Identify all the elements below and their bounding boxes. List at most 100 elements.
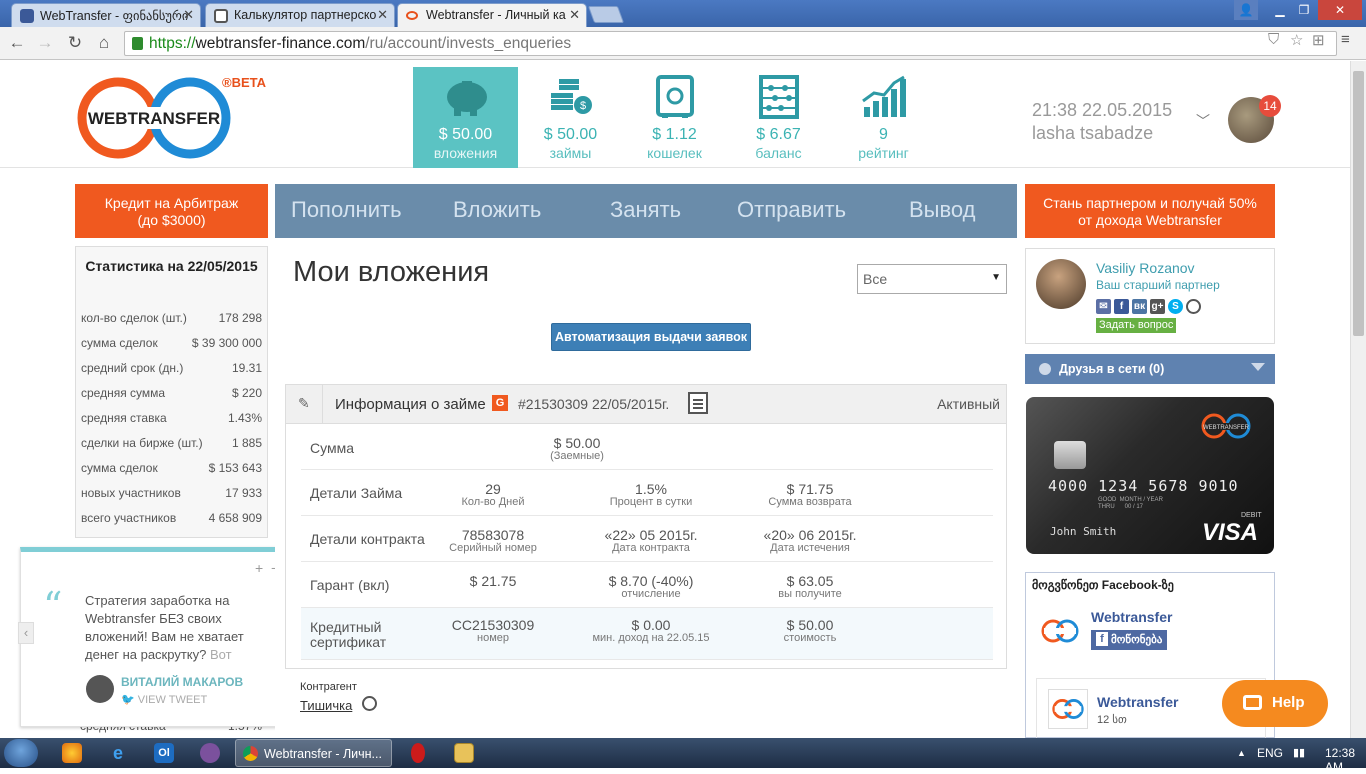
- facebook-page-name[interactable]: Webtransfer: [1091, 609, 1172, 625]
- notification-badge[interactable]: 14: [1259, 95, 1281, 117]
- view-tweet-link[interactable]: 🐦 VIEW TWEET: [121, 693, 207, 706]
- google-plus-icon[interactable]: g+: [1150, 299, 1165, 314]
- weather-icon[interactable]: [62, 743, 82, 763]
- button-line: от дохода Webtransfer: [1078, 212, 1222, 228]
- cell-value: 78583078: [461, 527, 525, 543]
- document-icon[interactable]: [688, 392, 708, 414]
- language-indicator[interactable]: ENG: [1257, 746, 1283, 760]
- page-scrollbar[interactable]: [1350, 61, 1366, 738]
- stat-rating[interactable]: 9 рейтинг: [831, 67, 936, 168]
- senior-partner-card: Vasiliy Rozanov Ваш старший партнер ✉ f …: [1025, 248, 1275, 344]
- edit-pencil-icon[interactable]: ✎: [298, 395, 310, 412]
- viber-icon[interactable]: [200, 743, 220, 763]
- network-icon[interactable]: ▮▮: [1293, 746, 1305, 759]
- browser-tab[interactable]: WebTransfer - ფინანსური ✕: [11, 3, 201, 27]
- abacus-icon: [755, 75, 803, 119]
- visa-card-banner[interactable]: WEBTRANSFER 4000 1234 5678 9010 GOOD MON…: [1026, 397, 1274, 554]
- counterparty-label: Контрагент: [300, 681, 357, 693]
- menu-item-withdraw[interactable]: Вывод: [909, 197, 976, 223]
- row-label-line: Кредитный: [310, 619, 382, 635]
- webtransfer-logo[interactable]: WEBTRANSFER: [74, 77, 234, 159]
- webtransfer-favicon-icon: [406, 11, 418, 20]
- forward-icon[interactable]: →: [34, 33, 56, 53]
- stat-loans[interactable]: $ $ 50.00 займы: [518, 67, 623, 168]
- vk-icon[interactable]: вк: [1132, 299, 1147, 314]
- tweet-widget: + − “ Стратегия заработка на Webtransfer…: [20, 547, 290, 727]
- tweet-prev-button[interactable]: ‹: [18, 622, 34, 644]
- chevron-down-icon[interactable]: ﹀: [1196, 111, 1210, 131]
- close-tab-icon[interactable]: ✕: [569, 7, 580, 23]
- tweet-author[interactable]: ВИТАЛИЙ МАКАРОВ: [121, 675, 243, 689]
- credit-arbitrage-button[interactable]: Кредит на Арбитраж (до $3000): [75, 184, 268, 238]
- menu-item-send[interactable]: Отправить: [737, 197, 846, 223]
- tray-expand-icon[interactable]: ▲: [1237, 748, 1246, 758]
- stats-value: 17 933: [225, 486, 262, 500]
- shield-icon[interactable]: ⛉: [1268, 31, 1279, 48]
- stats-label: сделки на бирже (шт.): [81, 436, 203, 450]
- minimize-icon[interactable]: ▁: [1268, 0, 1292, 20]
- button-line: Кредит на Арбитраж: [104, 195, 239, 211]
- menu-icon[interactable]: ≡: [1341, 31, 1350, 48]
- outlook-icon[interactable]: Ol: [154, 743, 174, 763]
- help-button[interactable]: Help: [1222, 680, 1328, 727]
- close-tab-icon[interactable]: ✕: [377, 7, 388, 23]
- menu-item-invest[interactable]: Вложить: [453, 197, 541, 223]
- plus-icon[interactable]: +: [255, 560, 263, 576]
- skype-icon[interactable]: S: [1168, 299, 1183, 314]
- new-tab-button[interactable]: [587, 6, 625, 23]
- opera-icon[interactable]: [411, 743, 425, 763]
- url-path: /ru/account/invests_enqueries: [365, 35, 572, 52]
- email-icon[interactable]: ✉: [1096, 299, 1111, 314]
- partner-avatar[interactable]: [1036, 259, 1086, 309]
- friends-online-bar[interactable]: Друзья в сети (0): [1025, 354, 1275, 384]
- become-partner-button[interactable]: Стань партнером и получай 50% от дохода …: [1025, 184, 1275, 238]
- chat-icon[interactable]: [362, 696, 377, 711]
- start-button[interactable]: [4, 739, 38, 767]
- browser-tab-bar: WebTransfer - ფინანსური ✕ Калькулятор па…: [0, 0, 1366, 27]
- page-avatar[interactable]: [1038, 609, 1082, 653]
- close-window-icon[interactable]: ✕: [1318, 0, 1362, 20]
- menu-item-deposit[interactable]: Пополнить: [291, 197, 402, 223]
- partner-name[interactable]: Vasiliy Rozanov: [1096, 260, 1195, 276]
- facebook-like-button[interactable]: მოწონება: [1091, 630, 1168, 650]
- chart-icon: [860, 75, 908, 119]
- counterparty-link[interactable]: Тишичка: [300, 698, 352, 713]
- post-author[interactable]: Webtransfer: [1097, 694, 1178, 710]
- home-icon[interactable]: ⌂: [93, 33, 115, 53]
- reload-icon[interactable]: ↻: [64, 33, 86, 53]
- cell-value: $ 0.00: [631, 617, 671, 633]
- clock[interactable]: 12:38 AM: [1325, 746, 1366, 774]
- bookmark-star-icon[interactable]: ☆: [1290, 31, 1303, 49]
- chrome-taskbar-item[interactable]: Webtransfer - Личн...: [235, 739, 392, 767]
- cell-caption: (Заемные): [550, 450, 604, 462]
- back-icon[interactable]: ←: [6, 33, 28, 53]
- stat-investments[interactable]: $ 50.00 вложения: [413, 67, 518, 168]
- internet-explorer-icon[interactable]: e: [108, 743, 128, 763]
- browser-tab[interactable]: Калькулятор партнерско ✕: [205, 3, 395, 27]
- automation-button[interactable]: Автоматизация выдачи заявок: [551, 323, 751, 351]
- scrollbar-thumb[interactable]: [1353, 71, 1364, 336]
- close-tab-icon[interactable]: ✕: [183, 7, 194, 23]
- url-input[interactable]: https://webtransfer-finance.com/ru/accou…: [124, 31, 1337, 56]
- tweet-more[interactable]: Вот: [210, 647, 232, 662]
- menu-item-borrow[interactable]: Занять: [610, 197, 681, 223]
- user-profile-icon[interactable]: 👤: [1234, 0, 1258, 20]
- explorer-folder-icon[interactable]: [454, 743, 474, 763]
- cell-caption: вы получите: [778, 588, 842, 600]
- chat-icon[interactable]: [1186, 299, 1201, 314]
- filter-select[interactable]: Все ▼: [857, 264, 1007, 294]
- calculator-favicon-icon: [214, 9, 228, 23]
- caret-down-icon[interactable]: [1251, 363, 1265, 371]
- tweet-text: Стратегия заработка на Webtransfer БЕЗ с…: [85, 592, 275, 664]
- stat-balance[interactable]: $ 6.67 баланс: [726, 67, 831, 168]
- post-avatar[interactable]: [1048, 689, 1088, 729]
- restore-icon[interactable]: ❐: [1292, 0, 1316, 20]
- extension-icon[interactable]: ⊞: [1312, 31, 1325, 49]
- ask-question-button[interactable]: Задать вопрос: [1096, 318, 1177, 333]
- facebook-icon[interactable]: f: [1114, 299, 1129, 314]
- browser-tab-active[interactable]: Webtransfer - Личный ка ✕: [397, 3, 587, 27]
- stat-wallet[interactable]: $ 1.12 кошелек: [622, 67, 727, 168]
- row-label: Сумма: [310, 440, 354, 456]
- row-label: Гарант (вкл): [310, 577, 390, 593]
- stats-row: средняя сумма $ 220: [81, 386, 262, 400]
